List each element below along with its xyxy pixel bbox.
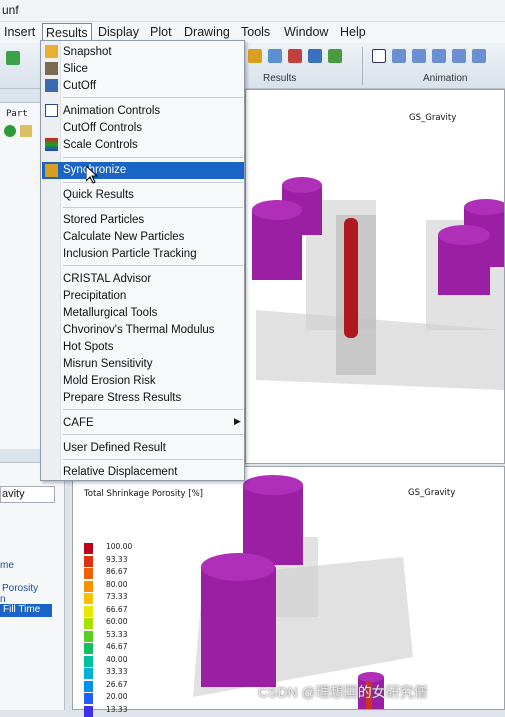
legend-swatch: [84, 593, 93, 604]
legend-value: 80.00: [106, 579, 128, 589]
window-title: unf: [2, 3, 19, 17]
part-tab[interactable]: Part: [6, 109, 28, 119]
submenu-arrow-icon: ▶: [234, 416, 241, 426]
mouse-cursor-icon: [86, 166, 98, 184]
menu-item-inclusion-particle-tracking[interactable]: Inclusion Particle Tracking: [63, 246, 197, 262]
menu-item-quick-results[interactable]: Quick Results: [63, 187, 134, 203]
menu-item-snapshot[interactable]: Snapshot: [63, 44, 112, 60]
menu-item-cristal-advisor[interactable]: CRISTAL Advisor: [63, 271, 151, 287]
menu-separator: [63, 207, 243, 208]
animation-controls-icon: [45, 104, 58, 117]
results-tool-icon[interactable]: [328, 49, 342, 63]
menu-item-misrun-sensitivity[interactable]: Misrun Sensitivity: [63, 356, 152, 372]
scale-controls-icon: [45, 138, 58, 151]
legend-swatch: [84, 630, 93, 642]
menu-window[interactable]: Window: [284, 25, 328, 42]
menu-item-animation-controls[interactable]: Animation Controls: [63, 103, 160, 119]
legend-value: 60.00: [106, 617, 128, 626]
panel-tool-icon[interactable]: [20, 125, 32, 137]
legend-swatch: [84, 693, 93, 704]
legend-value: 46.67: [106, 642, 128, 651]
legend-swatch: [84, 605, 93, 617]
menu-item-hot-spots[interactable]: Hot Spots: [63, 339, 114, 355]
menu-item-relative-displacement[interactable]: Relative Displacement: [63, 464, 177, 480]
menu-separator: [63, 157, 243, 158]
gravity-field[interactable]: avity: [0, 486, 55, 503]
casting-model-bottom: [193, 475, 413, 709]
legend-value: 73.33: [106, 592, 128, 601]
legend-swatch: [84, 568, 93, 579]
legend-value: 33.33: [106, 667, 128, 676]
toolbar-group-label: Results: [263, 73, 297, 84]
menu-item-cutoff-controls[interactable]: CutOff Controls: [63, 120, 142, 136]
step-back-icon[interactable]: [412, 49, 426, 63]
results-menu: Snapshot Slice CutOff Animation Controls…: [40, 40, 245, 481]
menu-separator: [63, 459, 243, 460]
cutoff-icon: [45, 79, 58, 92]
menu-item-chvorinov-thermal-modulus[interactable]: Chvorinov's Thermal Modulus: [63, 322, 215, 338]
play-icon[interactable]: [372, 49, 386, 63]
casting-model-top: [252, 177, 504, 390]
legend-swatch: [84, 668, 93, 679]
menu-separator: [63, 265, 243, 266]
menu-item-cutoff[interactable]: CutOff: [63, 78, 96, 94]
results-tool-icon[interactable]: [308, 49, 322, 63]
menu-item-stored-particles[interactable]: Stored Particles: [63, 212, 144, 228]
menu-item-user-defined-result[interactable]: User Defined Result: [63, 440, 166, 456]
results-tool-icon[interactable]: [288, 49, 302, 63]
legend-value: 100.00: [106, 542, 133, 551]
synchronize-icon: [45, 164, 58, 177]
list-item[interactable]: me: [0, 560, 14, 571]
menu-separator: [63, 409, 243, 410]
results-tool-icon[interactable]: [248, 49, 262, 63]
title-bar: unf: [0, 0, 505, 22]
legend-swatch: [84, 655, 93, 667]
menu-item-slice[interactable]: Slice: [63, 61, 88, 77]
menu-separator: [63, 434, 243, 435]
menu-item-calculate-new-particles[interactable]: Calculate New Particles: [63, 229, 184, 245]
menu-help[interactable]: Help: [340, 25, 366, 42]
menu-item-precipitation[interactable]: Precipitation: [63, 288, 126, 304]
legend-value: 86.67: [106, 567, 128, 576]
menu-item-prepare-stress-results[interactable]: Prepare Stress Results: [63, 390, 181, 406]
skip-first-icon[interactable]: [392, 49, 406, 63]
legend-swatch: [84, 643, 93, 654]
toolbar-group-label: Animation: [423, 73, 468, 84]
menu-item-scale-controls[interactable]: Scale Controls: [63, 137, 138, 153]
viewport-bottom[interactable]: Total Shrinkage Porosity [%] GS_Gravity: [72, 466, 505, 710]
menu-separator: [63, 97, 243, 98]
viewport-top[interactable]: GS_Gravity: [245, 89, 505, 464]
step-forward-icon[interactable]: [452, 49, 466, 63]
snapshot-icon: [45, 45, 58, 58]
legend-value: 20.00: [106, 692, 128, 701]
menu-item-mold-erosion-risk[interactable]: Mold Erosion Risk: [63, 373, 156, 389]
list-item-selected[interactable]: Fill Time: [0, 604, 52, 617]
legend-value: 13.33: [106, 704, 128, 714]
menu-item-metallurgical-tools[interactable]: Metallurgical Tools: [63, 305, 157, 321]
menu-tools[interactable]: Tools: [241, 25, 270, 42]
legend-swatch: [84, 543, 93, 554]
list-item[interactable]: Porosity: [2, 583, 38, 594]
toolbar-icon[interactable]: [6, 51, 20, 65]
legend-value: 53.33: [106, 629, 128, 639]
legend-swatch: [84, 618, 93, 629]
legend-value: 40.00: [106, 654, 128, 664]
menu-item-cafe[interactable]: CAFE: [63, 415, 94, 431]
legend-swatch: [84, 555, 93, 567]
legend-swatch: [84, 705, 93, 717]
skip-last-icon[interactable]: [472, 49, 486, 63]
watermark: CSDN @理想国的女研究僧: [258, 684, 428, 700]
legend-value: 26.67: [106, 679, 128, 689]
menu-insert[interactable]: Insert: [4, 25, 35, 42]
legend-swatch: [84, 680, 93, 692]
legend-swatch: [84, 580, 93, 592]
legend-value: 93.33: [106, 554, 128, 564]
refresh-icon[interactable]: [4, 125, 16, 137]
play-forward-icon[interactable]: [432, 49, 446, 63]
slice-icon: [45, 62, 58, 75]
results-tool-icon[interactable]: [268, 49, 282, 63]
toolbar-divider: [362, 47, 363, 85]
legend-value: 66.67: [106, 604, 128, 614]
